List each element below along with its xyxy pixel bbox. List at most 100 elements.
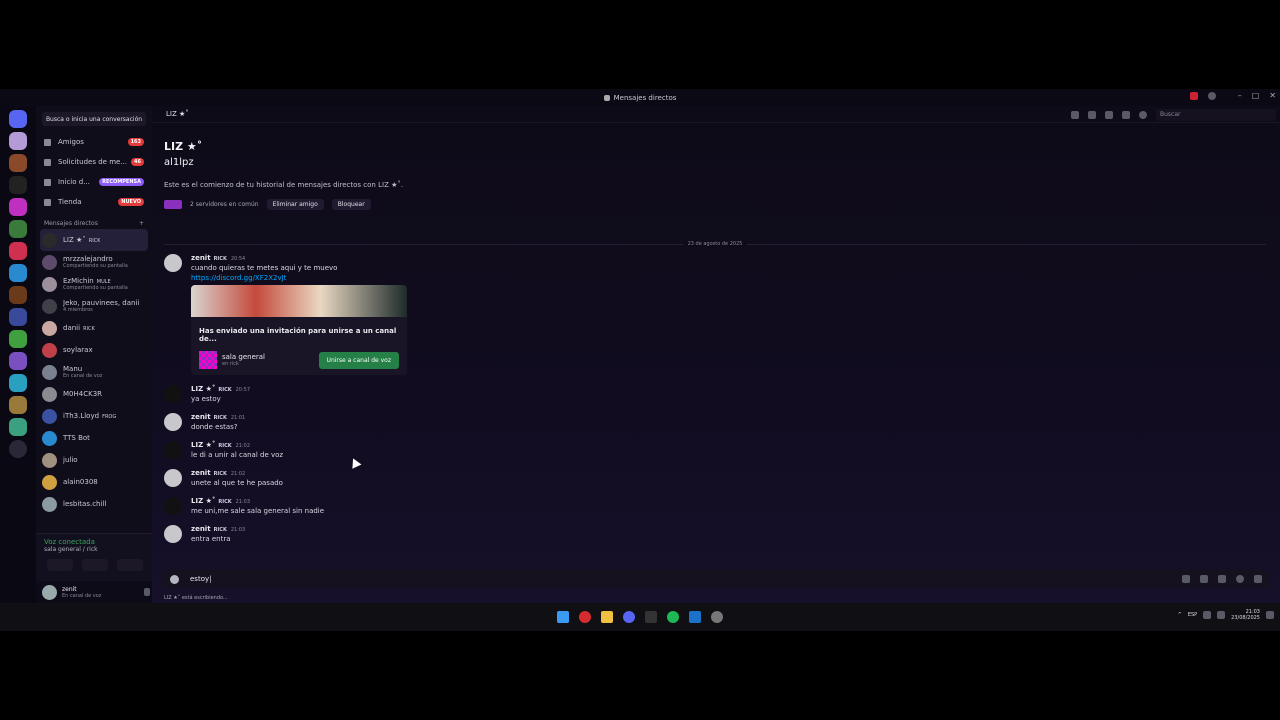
clan-tag: RICK	[218, 499, 232, 505]
server-icon[interactable]	[9, 154, 27, 172]
block-button[interactable]: Bloquear	[331, 199, 371, 210]
search-input[interactable]: Buscar	[1156, 109, 1276, 121]
camera-button[interactable]	[46, 559, 73, 571]
join-voice-button[interactable]: Unirse a canal de voz	[318, 351, 399, 369]
server-icon[interactable]	[9, 176, 27, 194]
profile-icon[interactable]	[1139, 111, 1147, 119]
volume-icon[interactable]	[1217, 611, 1226, 619]
message[interactable]: zenit RICK 20:54 cuando quieras te metes aq…	[164, 254, 664, 375]
message[interactable]: LIZ ★˚ RICK 21:03 me uni,me sale sala gener…	[164, 497, 664, 515]
dm-item[interactable]: TTS Bot	[36, 427, 152, 449]
dm-item[interactable]: soylarax	[36, 339, 152, 361]
dm-item[interactable]: EzMichin MULE Compartiendo su pantalla	[36, 273, 152, 295]
opera-icon[interactable]	[579, 611, 591, 623]
server-icon[interactable]	[9, 352, 27, 370]
server-icon[interactable]	[9, 330, 27, 348]
discord-icon[interactable]	[623, 611, 635, 623]
gif-icon[interactable]	[1200, 575, 1208, 583]
message-author[interactable]: zenit	[191, 254, 211, 262]
dm-item[interactable]: julio	[36, 449, 152, 471]
windows-start-icon[interactable]	[557, 611, 569, 623]
message-input[interactable]: estoy|	[190, 575, 211, 583]
nav-message-requests[interactable]: Solicitudes de me... 46	[36, 152, 152, 172]
server-icon[interactable]	[9, 396, 27, 414]
server-icon[interactable]	[9, 242, 27, 260]
avatar[interactable]	[164, 497, 182, 515]
message-composer[interactable]: estoy|	[162, 570, 1270, 588]
attach-icon[interactable]	[170, 574, 179, 584]
language-indicator[interactable]: ESP	[1188, 612, 1197, 618]
message[interactable]: zenit RICK 21:02 unete al que te he pasado	[164, 469, 664, 487]
dm-item[interactable]: Jeko, pauvinees, danii 4 miembros	[36, 295, 152, 317]
minimize-button[interactable]: –	[1238, 91, 1242, 100]
message-author[interactable]: zenit	[191, 413, 211, 421]
avatar[interactable]	[164, 441, 182, 459]
chevron-up-icon[interactable]: ^	[1178, 612, 1182, 618]
avatar[interactable]	[164, 254, 182, 272]
inbox-icon[interactable]	[1190, 92, 1198, 100]
apps-icon[interactable]	[1254, 575, 1262, 583]
invite-link[interactable]: https://discord.gg/XF2X2vJt	[191, 274, 407, 282]
server-icon[interactable]	[9, 308, 27, 326]
help-icon[interactable]	[1208, 92, 1216, 100]
home-server-icon[interactable]	[9, 110, 27, 128]
avatar[interactable]	[164, 413, 182, 431]
file-explorer-icon[interactable]	[601, 611, 613, 623]
add-server-icon[interactable]	[9, 440, 27, 458]
dm-item[interactable]: LIZ ★˚ RICK	[40, 229, 148, 251]
server-icon[interactable]	[9, 132, 27, 150]
nav-shop[interactable]: Tienda NUEVO	[36, 192, 152, 212]
message-author[interactable]: zenit	[191, 469, 211, 477]
dm-item[interactable]: alain0308	[36, 471, 152, 493]
message-author[interactable]: LIZ ★˚	[191, 385, 215, 393]
outlook-icon[interactable]	[689, 611, 701, 623]
spotify-icon[interactable]	[667, 611, 679, 623]
clock[interactable]: 21:03 23/08/2025	[1231, 609, 1260, 621]
call-icon[interactable]	[1071, 111, 1079, 119]
terminal-icon[interactable]	[645, 611, 657, 623]
activity-button[interactable]	[116, 559, 143, 571]
dm-item[interactable]: danii RICK	[36, 317, 152, 339]
maximize-button[interactable]: □	[1252, 91, 1260, 100]
server-icon[interactable]	[9, 198, 27, 216]
dm-item[interactable]: M0H4CK3R	[36, 383, 152, 405]
emoji-icon[interactable]	[1236, 575, 1244, 583]
gift-icon[interactable]	[1182, 575, 1190, 583]
message-author[interactable]: LIZ ★˚	[191, 497, 215, 505]
dm-item[interactable]: mrzzalejandro Compartiendo su pantalla	[36, 251, 152, 273]
server-icon[interactable]	[9, 264, 27, 282]
message[interactable]: zenit RICK 21:01 donde estas?	[164, 413, 664, 431]
remove-friend-button[interactable]: Eliminar amigo	[266, 199, 324, 210]
close-button[interactable]: ✕	[1269, 91, 1276, 100]
message-author[interactable]: LIZ ★˚	[191, 441, 215, 449]
screen-share-button[interactable]	[81, 559, 108, 571]
dm-search-input[interactable]: Busca o inicia una conversación	[42, 112, 146, 126]
sticker-icon[interactable]	[1218, 575, 1226, 583]
settings-icon[interactable]	[711, 611, 723, 623]
server-icon[interactable]	[9, 374, 27, 392]
avatar[interactable]	[164, 469, 182, 487]
avatar[interactable]	[42, 584, 57, 600]
nav-friends[interactable]: Amigos 163	[36, 132, 152, 152]
dm-item[interactable]: iTh3.Lloyd FROG	[36, 405, 152, 427]
video-icon[interactable]	[1088, 111, 1096, 119]
dm-item[interactable]: lesbitas.chill	[36, 493, 152, 515]
wifi-icon[interactable]	[1203, 611, 1212, 619]
dm-item[interactable]: Manu En canal de voz	[36, 361, 152, 383]
avatar[interactable]	[164, 525, 182, 543]
add-friend-icon[interactable]	[1122, 111, 1130, 119]
pin-icon[interactable]	[1105, 111, 1113, 119]
server-icon[interactable]	[9, 418, 27, 436]
message-author[interactable]: zenit	[191, 525, 211, 533]
message[interactable]: LIZ ★˚ RICK 20:57 ya estoy	[164, 385, 664, 403]
avatar[interactable]	[164, 385, 182, 403]
server-icon[interactable]	[9, 220, 27, 238]
message[interactable]: zenit RICK 21:03 entra entra	[164, 525, 664, 543]
nav-nitro-home[interactable]: Inicio d... RECOMPENSA	[36, 172, 152, 192]
message[interactable]: LIZ ★˚ RICK 21:02 le di a unir al canal de …	[164, 441, 664, 459]
server-icon[interactable]	[9, 286, 27, 304]
mutual-servers[interactable]: 2 servidores en común	[190, 201, 259, 208]
add-dm-icon[interactable]: +	[139, 220, 144, 227]
microphone-icon[interactable]	[144, 588, 150, 596]
notification-icon[interactable]	[1266, 611, 1274, 619]
